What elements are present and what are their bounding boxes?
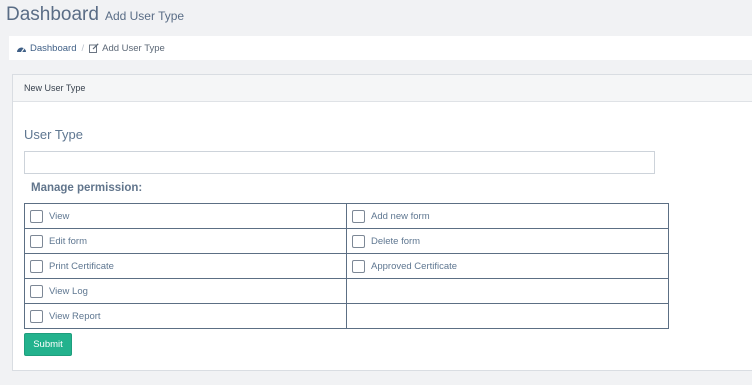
- page-header: Dashboard Add User Type: [6, 4, 184, 26]
- permission-label: View Report: [49, 310, 101, 322]
- permission-label: View Log: [49, 285, 88, 297]
- breadcrumb-item-dashboard[interactable]: Dashboard: [16, 43, 76, 54]
- permission-cell: View: [24, 203, 347, 229]
- user-type-input[interactable]: [24, 151, 655, 174]
- permission-checkbox-view-report[interactable]: [30, 309, 43, 323]
- card-header: New User Type: [13, 75, 752, 102]
- permission-checkbox-edit-form[interactable]: [30, 234, 43, 248]
- permission-cell-empty: [346, 303, 669, 329]
- permission-checkbox-approved-certificate[interactable]: [352, 259, 365, 273]
- edit-icon: [89, 43, 99, 53]
- permission-checkbox-print-certificate[interactable]: [30, 259, 43, 273]
- permission-checkbox-view-log[interactable]: [30, 284, 43, 298]
- permission-cell: Edit form: [24, 228, 347, 254]
- page-subtitle: Add User Type: [104, 9, 185, 23]
- dashboard-icon: [16, 44, 27, 53]
- permission-cell: Print Certificate: [24, 253, 347, 279]
- breadcrumb: Dashboard / Add User Type: [9, 36, 752, 60]
- permission-cell: Delete form: [346, 228, 669, 254]
- permission-label: Approved Certificate: [371, 260, 458, 272]
- table-row: View Log: [24, 278, 669, 304]
- breadcrumb-label-dashboard: Dashboard: [30, 42, 77, 54]
- breadcrumb-item-current: Add User Type: [89, 43, 165, 54]
- table-row: Print Certificate Approved Certificate: [24, 253, 669, 279]
- submit-button[interactable]: Submit: [24, 333, 72, 356]
- permission-cell: Add new form: [346, 203, 669, 229]
- table-row: View Add new form: [24, 203, 669, 229]
- permission-cell: View Report: [24, 303, 347, 329]
- permission-label: Delete form: [371, 235, 421, 247]
- permission-label: Add new form: [371, 210, 430, 222]
- permission-heading: Manage permission:: [31, 182, 143, 194]
- table-row: Edit form Delete form: [24, 228, 669, 254]
- permission-label: View: [49, 210, 70, 222]
- breadcrumb-separator: /: [81, 42, 85, 54]
- new-user-type-card: New User Type User Type Manage permissio…: [12, 74, 752, 371]
- table-row: View Report: [24, 303, 669, 329]
- permission-cell-empty: [346, 278, 669, 304]
- card-title: New User Type: [24, 83, 86, 93]
- permission-checkbox-add-new-form[interactable]: [352, 209, 365, 223]
- user-type-label: User Type: [24, 127, 84, 142]
- permission-label: Edit form: [49, 235, 88, 247]
- permission-cell: View Log: [24, 278, 347, 304]
- permission-cell: Approved Certificate: [346, 253, 669, 279]
- permission-checkbox-delete-form[interactable]: [352, 234, 365, 248]
- permission-label: Print Certificate: [49, 260, 114, 272]
- breadcrumb-label-current: Add User Type: [102, 42, 165, 54]
- permission-checkbox-view[interactable]: [30, 209, 43, 223]
- page-title: Dashboard: [6, 4, 99, 25]
- permission-table: View Add new form Edit form Delete form …: [24, 203, 669, 329]
